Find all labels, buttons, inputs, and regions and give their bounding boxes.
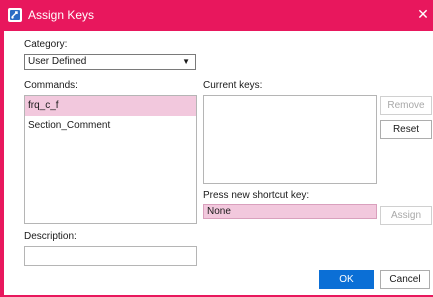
dialog-title: Assign Keys <box>28 8 95 22</box>
current-keys-list[interactable] <box>203 95 377 184</box>
shortcut-label: Press new shortcut key: <box>203 190 310 201</box>
title-bar: Assign Keys ✕ <box>0 0 433 31</box>
list-item[interactable]: Section_Comment <box>25 116 196 136</box>
category-select[interactable]: User Defined ▼ <box>24 54 196 70</box>
commands-label: Commands: <box>24 80 78 91</box>
cancel-button[interactable]: Cancel <box>380 270 430 289</box>
assign-button[interactable]: Assign <box>380 206 432 225</box>
category-selected-value: User Defined <box>28 56 87 67</box>
list-item[interactable]: frq_c_f <box>25 96 196 116</box>
description-field[interactable] <box>24 246 197 266</box>
remove-button[interactable]: Remove <box>380 96 432 115</box>
commands-list[interactable]: frq_c_f Section_Comment <box>24 95 197 224</box>
ok-button[interactable]: OK <box>319 270 374 289</box>
current-keys-label: Current keys: <box>203 80 263 91</box>
reset-button[interactable]: Reset <box>380 120 432 139</box>
assign-keys-dialog: Assign Keys ✕ Category: User Defined ▼ C… <box>0 0 433 297</box>
close-icon[interactable]: ✕ <box>415 5 431 23</box>
category-label: Category: <box>24 39 68 50</box>
chevron-down-icon: ▼ <box>182 57 190 66</box>
window-border-left <box>0 31 4 297</box>
shortcut-input[interactable]: None <box>203 204 377 219</box>
description-label: Description: <box>24 231 77 242</box>
assign-keys-app-icon <box>8 8 22 22</box>
